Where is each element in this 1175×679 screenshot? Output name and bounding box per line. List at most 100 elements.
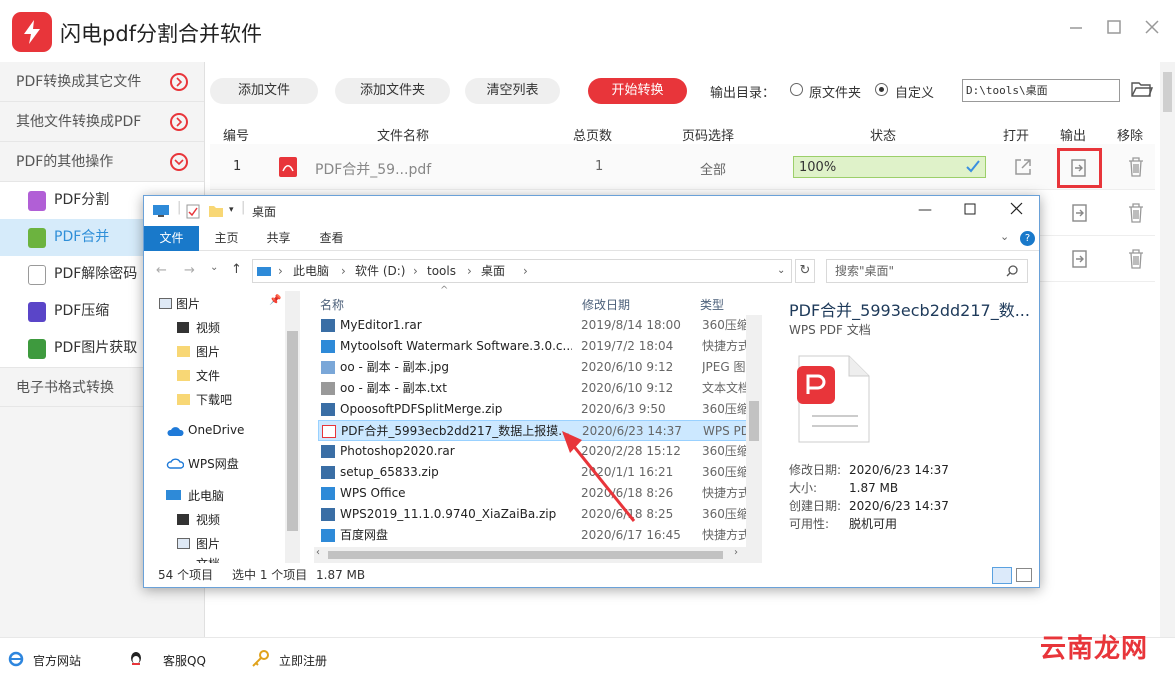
back-icon[interactable]: ← xyxy=(156,263,167,278)
nav-scrollbar[interactable] xyxy=(285,291,300,563)
output-button-highlight[interactable] xyxy=(1057,148,1102,188)
folder-icon[interactable] xyxy=(208,204,224,222)
file-row[interactable]: oo - 副本 - 副本.jpg 2020/6/10 9:12 JPEG 图 xyxy=(318,357,759,378)
radio-custom[interactable] xyxy=(875,83,888,96)
open-external-icon[interactable] xyxy=(1013,157,1033,181)
pin-icon[interactable]: 📌 xyxy=(269,295,281,306)
tab-view[interactable]: 查看 xyxy=(309,226,354,251)
folder-open-icon[interactable] xyxy=(1131,80,1154,102)
output-dir-label: 输出目录： xyxy=(710,86,776,101)
preview-title: PDF合并_5993ecb2dd217_数... xyxy=(789,301,1030,320)
register-link[interactable]: 立即注册 xyxy=(279,652,327,669)
file-type: WPS PD xyxy=(703,424,749,438)
cloud-icon xyxy=(166,426,184,441)
file-row[interactable]: setup_65833.zip 2020/1/1 16:21 360压缩 xyxy=(318,462,759,483)
trash-icon[interactable] xyxy=(1127,248,1145,274)
breadcrumb-drive[interactable]: 软件 (D:) xyxy=(355,260,405,282)
clear-list-button[interactable]: 清空列表 xyxy=(465,78,560,104)
maximize-icon[interactable] xyxy=(1105,18,1123,36)
address-box[interactable]: › 此电脑 › 软件 (D:) › tools › 桌面 › ⌄ xyxy=(252,259,792,283)
file-icon xyxy=(321,487,335,500)
close-icon[interactable] xyxy=(1143,18,1161,36)
expand-ribbon-icon[interactable]: ⌄ xyxy=(1000,230,1009,243)
tab-share[interactable]: 共享 xyxy=(256,226,301,251)
recent-dropdown-icon[interactable]: ⌄ xyxy=(210,262,218,273)
column-name[interactable]: 名称 xyxy=(320,296,344,313)
up-icon[interactable]: ↑ xyxy=(231,262,242,277)
add-file-button[interactable]: 添加文件 xyxy=(210,78,318,104)
add-folder-button[interactable]: 添加文件夹 xyxy=(335,78,450,104)
tab-home[interactable]: 主页 xyxy=(204,226,249,251)
selected-size: 1.87 MB xyxy=(316,568,366,582)
nav-item-pictures-3[interactable]: 图片 xyxy=(196,535,220,552)
file-vscrollbar[interactable] xyxy=(746,315,762,547)
nav-item-wps-cloud[interactable]: WPS网盘 xyxy=(188,455,239,472)
file-row[interactable]: 百度网盘 2020/6/17 16:45 快捷方式 xyxy=(318,525,759,546)
sidebar-group-pdf-other-ops[interactable]: PDF的其他操作 xyxy=(0,142,204,182)
output-icon[interactable] xyxy=(1070,203,1090,227)
sidebar-group-other-to-pdf[interactable]: 其他文件转换成PDF xyxy=(0,102,204,142)
nav-item-videos-2[interactable]: 视频 xyxy=(196,511,220,528)
file-row[interactable]: Mytoolsoft Watermark Software.3.0.c... 20… xyxy=(318,336,759,357)
column-type[interactable]: 类型 xyxy=(700,296,724,313)
large-icons-view-icon[interactable] xyxy=(1016,568,1032,582)
forward-icon[interactable]: → xyxy=(184,263,195,278)
file-icon xyxy=(321,508,335,521)
search-input[interactable]: 搜索"桌面" xyxy=(826,259,1028,283)
properties-icon[interactable] xyxy=(186,204,200,223)
support-qq-link[interactable]: 客服QQ xyxy=(163,652,206,669)
details-view-icon[interactable] xyxy=(992,567,1012,584)
explorer-close-icon[interactable] xyxy=(1010,202,1023,219)
file-row[interactable]: MyEditor1.rar 2019/8/14 18:00 360压缩 xyxy=(318,315,759,336)
nav-item-pictures[interactable]: 图片 xyxy=(176,295,200,312)
file-row[interactable]: WPS2019_11.1.0.9740_XiaZaiBa.zip 2020/6/1… xyxy=(318,504,759,525)
table-row[interactable]: 1 PDF合并_59...pdf 1 全部 100% xyxy=(210,144,1155,190)
file-type: 360压缩 xyxy=(702,402,748,416)
tab-file[interactable]: 文件 xyxy=(144,226,199,251)
title-bar: 闪电pdf分割合并软件 xyxy=(0,0,1175,62)
file-type: 360压缩 xyxy=(702,465,748,479)
output-path-field[interactable]: D:\tools\桌面 xyxy=(962,79,1120,102)
main-scrollbar[interactable] xyxy=(1160,62,1175,637)
address-dropdown-icon[interactable]: ⌄ xyxy=(777,260,785,282)
merge-icon xyxy=(28,228,46,248)
refresh-icon[interactable]: ↻ xyxy=(795,259,815,283)
file-hscrollbar[interactable]: ‹ › xyxy=(314,547,762,563)
file-name: oo - 副本 - 副本.jpg xyxy=(340,360,449,374)
sidebar-group-pdf-to-other[interactable]: PDF转换成其它文件 xyxy=(0,62,204,102)
file-row[interactable]: PDF合并_5993ecb2dd217_数据上报摸... 2020/6/23 14… xyxy=(318,420,759,441)
file-row[interactable]: Photoshop2020.rar 2020/2/28 15:12 360压缩 xyxy=(318,441,759,462)
nav-item-documents[interactable]: 文档 xyxy=(196,555,220,563)
column-date[interactable]: 修改日期 xyxy=(582,296,630,313)
nav-item-files[interactable]: 文件 xyxy=(196,367,220,384)
nav-item-videos[interactable]: 视频 xyxy=(196,319,220,336)
radio-original[interactable] xyxy=(790,83,803,96)
pc-icon xyxy=(256,264,272,286)
scrollbar-thumb[interactable] xyxy=(1163,72,1172,112)
official-site-link[interactable]: 官方网站 xyxy=(33,652,81,669)
nav-item-this-pc[interactable]: 此电脑 xyxy=(188,487,224,504)
qat-dropdown-icon[interactable]: ▾ xyxy=(229,205,234,215)
start-convert-button[interactable]: 开始转换 xyxy=(588,78,687,104)
minimize-icon[interactable] xyxy=(1067,18,1085,36)
file-row[interactable]: oo - 副本 - 副本.txt 2020/6/10 9:12 文本文档 xyxy=(318,378,759,399)
explorer-maximize-icon[interactable] xyxy=(964,203,976,219)
trash-icon[interactable] xyxy=(1127,202,1145,228)
output-icon[interactable] xyxy=(1070,249,1090,273)
file-row[interactable]: OpoosoftPDFSplitMerge.zip 2020/6/3 9:50 36… xyxy=(318,399,759,420)
file-type: JPEG 图 xyxy=(702,360,746,374)
nav-item-onedrive[interactable]: OneDrive xyxy=(188,423,244,437)
file-row[interactable]: WPS Office 2020/6/18 8:26 快捷方式 xyxy=(318,483,759,504)
preview-details: 修改日期: 2020/6/23 14:37 大小: 1.87 MB 创建日期: 202… xyxy=(789,463,949,531)
help-icon[interactable]: ? xyxy=(1020,231,1035,246)
nav-item-pictures-2[interactable]: 图片 xyxy=(196,343,220,360)
breadcrumb-pc[interactable]: 此电脑 xyxy=(293,260,329,282)
breadcrumb-desktop[interactable]: 桌面 xyxy=(481,260,505,282)
nav-item-downloads[interactable]: 下载吧 xyxy=(196,391,232,408)
trash-icon[interactable] xyxy=(1127,156,1145,182)
breadcrumb-tools[interactable]: tools xyxy=(427,260,456,282)
file-explorer-window: | ▾ | 桌面 — 文件 主页 共享 查看 ⌄ ? ← → ⌄ ↑ › 此电脑… xyxy=(143,195,1040,588)
explorer-minimize-icon[interactable]: — xyxy=(918,202,932,218)
navigation-pane: 图片 📌 视频 图片 文件 下载吧 OneDrive WPS网盘 此电脑 视频 … xyxy=(144,291,302,563)
file-type: 快捷方式 xyxy=(702,339,748,353)
